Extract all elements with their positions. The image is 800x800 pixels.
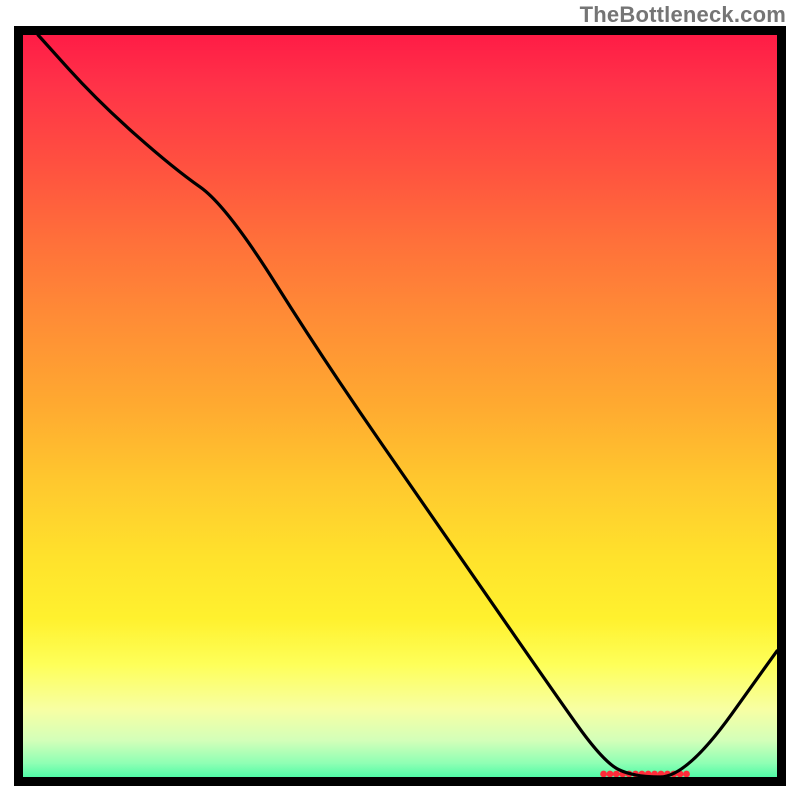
attribution-text: TheBottleneck.com: [580, 2, 786, 28]
chart-plot-area: [14, 26, 786, 786]
